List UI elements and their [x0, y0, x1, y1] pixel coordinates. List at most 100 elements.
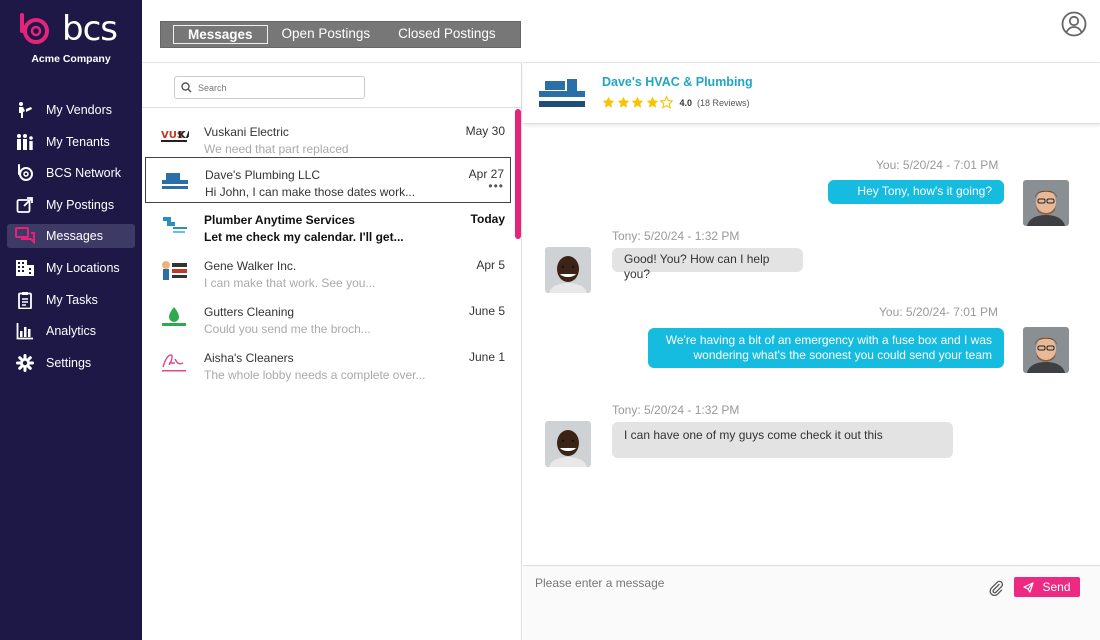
message-meta: Tony: 5/20/24 - 1:32 PM — [612, 229, 740, 243]
user-avatar — [1023, 180, 1069, 226]
conversation-item-plumber-anytime[interactable]: Plumber Anytime Services Today Let me ch… — [145, 203, 511, 249]
conversation-date: May 30 — [465, 124, 505, 138]
conversation-name: Aisha's Cleaners — [204, 351, 294, 365]
conversation-name: Gene Walker Inc. — [204, 259, 297, 273]
tasks-icon — [15, 290, 35, 310]
conversation-item-gutters-cleaning[interactable]: Gutters Cleaning June 5 Could you send m… — [145, 295, 511, 341]
list-scrollbar[interactable] — [515, 109, 521, 239]
message-meta: Tony: 5/20/24 - 1:32 PM — [612, 403, 740, 417]
sidebar: bcs Acme Company My Vendors My Tenants B… — [0, 0, 142, 640]
sidebar-nav: My Vendors My Tenants BCS Network My Pos… — [7, 98, 135, 382]
locations-icon — [15, 258, 35, 278]
message-input[interactable] — [535, 576, 975, 596]
plumbing-brothers-logo — [162, 173, 188, 189]
messages-icon — [15, 226, 35, 246]
sidebar-item-messages[interactable]: Messages — [7, 224, 135, 249]
gutters-cleaning-logo — [162, 307, 186, 326]
sidebar-item-label: BCS Network — [46, 166, 122, 181]
search-input[interactable] — [198, 82, 348, 93]
plumber-anytime-logo — [163, 217, 187, 233]
tony-avatar — [545, 247, 591, 293]
sidebar-item-my-tasks[interactable]: My Tasks — [7, 288, 135, 312]
conversation-item-aishas-cleaners[interactable]: Aisha's Cleaners June 1 The whole lobby … — [145, 341, 511, 387]
send-button[interactable]: Send — [1014, 577, 1080, 597]
more-options-icon[interactable]: ••• — [488, 179, 504, 193]
message-meta: You: 5/20/24- 7:01 PM — [879, 305, 998, 319]
message-bubble-outgoing: We're having a bit of an emergency with … — [648, 328, 1004, 368]
rating-value: 4.0 — [679, 97, 693, 108]
vendor-logo — [539, 79, 585, 107]
bcs-logo-icon — [20, 13, 49, 44]
tony-avatar — [545, 421, 591, 467]
user-avatar — [1023, 327, 1069, 373]
search-icon — [181, 82, 192, 93]
message-tabs: Messages Open Postings Closed Postings — [160, 21, 521, 48]
bcs-network-icon — [15, 163, 35, 183]
sidebar-item-label: My Tenants — [46, 134, 110, 149]
chat-header: Dave's HVAC & Plumbing 4.0 (18 Reviews) — [523, 62, 1100, 124]
conversation-name: Vuskani Electric — [204, 125, 289, 139]
conversation-preview: Let me check my calendar. I'll get... — [204, 230, 404, 244]
message-line: We're having a bit of an emergency with … — [665, 333, 992, 347]
conversation-list-panel: VUSKANI Vuskani Electric May 30 We need … — [142, 62, 522, 640]
conversation-preview: The whole lobby needs a complete over... — [204, 368, 426, 382]
conversation-preview: Hi John, I can make those dates work... — [205, 185, 416, 199]
tenants-icon — [15, 132, 35, 152]
conversation-date: June 1 — [468, 350, 505, 364]
sidebar-item-analytics[interactable]: Analytics — [7, 319, 135, 343]
conversation-item-vuskani-electric[interactable]: VUSKANI Vuskani Electric May 30 We need … — [145, 115, 511, 161]
search-box[interactable] — [174, 76, 365, 99]
sidebar-item-label: Analytics — [46, 324, 97, 339]
conversation-date: Apr 5 — [476, 258, 505, 272]
sidebar-item-label: My Postings — [46, 197, 115, 212]
gene-walker-logo — [162, 261, 187, 280]
sidebar-item-settings[interactable]: Settings — [7, 351, 135, 375]
star-filled-icon — [617, 96, 629, 108]
company-name: Acme Company — [31, 53, 111, 65]
analytics-icon — [15, 321, 35, 341]
sidebar-item-my-postings[interactable]: My Postings — [7, 193, 135, 217]
vendors-icon — [15, 100, 35, 120]
conversation-item-gene-walker[interactable]: Gene Walker Inc. Apr 5 I can make that w… — [145, 249, 511, 295]
sidebar-item-my-locations[interactable]: My Locations — [7, 256, 135, 280]
message-meta: You: 5/20/24 - 7:01 PM — [876, 158, 999, 172]
tab-messages[interactable]: Messages — [173, 25, 268, 44]
postings-icon — [15, 195, 35, 215]
sidebar-item-my-tenants[interactable]: My Tenants — [7, 130, 135, 154]
conversation-date: Today — [470, 212, 505, 226]
message-line: wondering what's the soonest you could s… — [693, 348, 992, 362]
vendor-name[interactable]: Dave's HVAC & Plumbing — [602, 75, 753, 89]
sidebar-item-label: My Locations — [46, 260, 120, 275]
review-count[interactable]: (18 Reviews) — [697, 98, 750, 108]
user-profile-icon[interactable] — [1061, 11, 1087, 37]
divider — [142, 107, 521, 108]
star-filled-icon — [646, 96, 658, 108]
conversation-preview: We need that part replaced — [204, 142, 349, 156]
svg-text:KANI: KANI — [178, 130, 189, 141]
conversation-preview: Could you send me the broch... — [204, 322, 371, 336]
star-empty-icon — [660, 96, 673, 109]
star-filled-icon — [602, 96, 615, 108]
paperclip-icon[interactable] — [988, 580, 1004, 596]
message-bubble-incoming: Good! You? How can I help you? — [612, 248, 803, 281]
tab-open-postings[interactable]: Open Postings — [268, 25, 385, 44]
message-bubble-incoming: I can have one of my guys come check it … — [612, 422, 953, 458]
settings-icon — [15, 353, 35, 373]
brand-name: bcs — [62, 9, 118, 49]
tab-closed-postings[interactable]: Closed Postings — [384, 25, 510, 44]
sidebar-item-label: My Vendors — [46, 103, 113, 117]
conversation-item-daves-plumbing[interactable]: Dave's Plumbing LLC Apr 27 Hi John, I ca… — [145, 157, 511, 203]
aishas-cleaners-logo — [162, 354, 186, 372]
sidebar-item-label: Settings — [46, 355, 92, 370]
sidebar-item-bcs-network[interactable]: BCS Network — [7, 161, 135, 185]
sidebar-item-label: My Tasks — [46, 292, 98, 307]
conversation-name: Dave's Plumbing LLC — [205, 168, 321, 182]
bcs-logo[interactable]: bcs — [18, 9, 118, 49]
star-filled-icon — [631, 96, 644, 108]
message-composer: Send — [523, 565, 1100, 640]
vuskani-logo: VUSKANI — [161, 130, 189, 142]
conversation-name: Plumber Anytime Services — [204, 213, 355, 227]
sidebar-item-my-vendors[interactable]: My Vendors — [7, 98, 135, 122]
conversation-name: Gutters Cleaning — [204, 305, 295, 319]
send-label: Send — [1042, 580, 1071, 594]
